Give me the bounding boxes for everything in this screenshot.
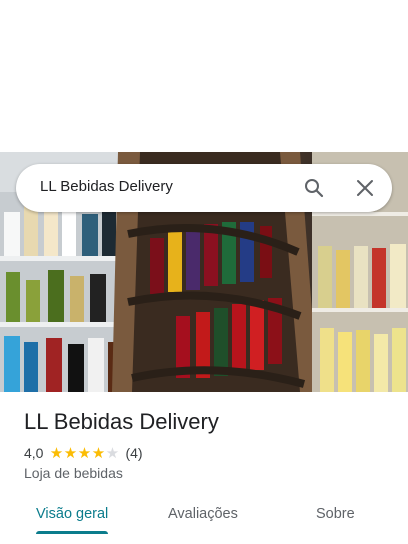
search-input[interactable]: LL Bebidas Delivery	[40, 178, 173, 195]
star-rating: ★ ★ ★ ★ ★	[49, 446, 119, 461]
star-icon: ★	[77, 444, 92, 462]
star-icon: ★	[91, 444, 106, 462]
tab-overview[interactable]: Visão geral	[36, 506, 108, 522]
rating-value: 4,0	[24, 445, 44, 461]
tab-reviews[interactable]: Avaliações	[168, 506, 238, 522]
close-icon[interactable]	[353, 176, 377, 200]
active-tab-indicator	[36, 531, 108, 534]
rating-row[interactable]: 4,0 ★ ★ ★ ★ ★ (4)	[24, 444, 143, 462]
place-tabs: Visão geral Avaliações Sobre	[0, 496, 408, 544]
search-bar[interactable]: LL Bebidas Delivery	[16, 164, 392, 212]
search-icon[interactable]	[302, 176, 326, 200]
place-category[interactable]: Loja de bebidas	[24, 465, 123, 481]
place-title: LL Bebidas Delivery	[24, 409, 219, 434]
star-icon: ★	[63, 444, 78, 462]
review-count[interactable]: (4)	[125, 445, 142, 461]
star-icon: ★	[49, 444, 64, 462]
tab-about[interactable]: Sobre	[316, 506, 355, 522]
star-icon: ★	[105, 444, 120, 462]
